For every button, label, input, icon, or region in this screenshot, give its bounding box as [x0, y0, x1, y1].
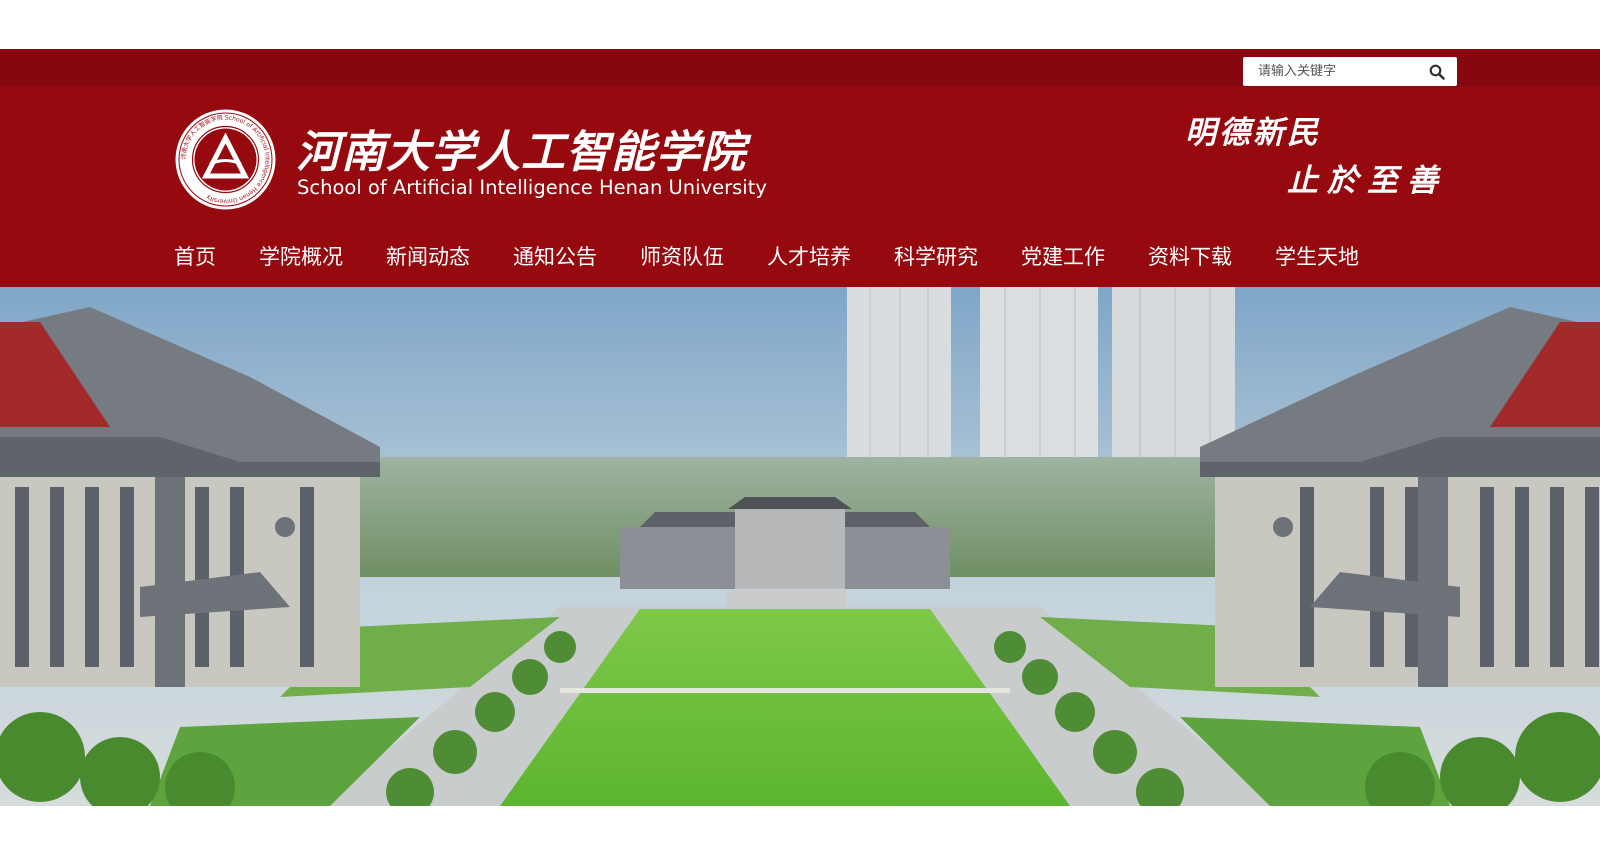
nav-item-news[interactable]: 新闻动态: [386, 241, 470, 271]
site-title-en: School of Artificial Intelligence Henan …: [297, 176, 767, 199]
campus-banner: [0, 287, 1600, 806]
site-title-cn: 河南大学人工智能学院: [296, 127, 746, 178]
school-seal-logo[interactable]: 河南大学人工智能学院 School of Artificial Intellig…: [174, 108, 277, 211]
search-icon: [1429, 64, 1445, 80]
nav-item-research[interactable]: 科学研究: [894, 241, 978, 271]
nav-item-faculty[interactable]: 师资队伍: [640, 241, 724, 271]
nav-item-notices[interactable]: 通知公告: [513, 241, 597, 271]
search-button[interactable]: [1427, 62, 1447, 82]
search-box: [1243, 57, 1457, 86]
main-nav: 首页 学院概况 新闻动态 通知公告 师资队伍 人才培养 科学研究 党建工作 资料…: [0, 233, 1600, 283]
nav-item-students[interactable]: 学生天地: [1275, 241, 1359, 271]
nav-item-about[interactable]: 学院概况: [259, 241, 343, 271]
search-input[interactable]: [1243, 57, 1411, 86]
nav-item-education[interactable]: 人才培养: [767, 241, 851, 271]
motto-line-1: 明德新民: [1185, 115, 1321, 151]
motto-line-2: 止於至善: [1287, 163, 1447, 199]
nav-item-party[interactable]: 党建工作: [1021, 241, 1105, 271]
nav-item-downloads[interactable]: 资料下载: [1148, 241, 1232, 271]
nav-item-home[interactable]: 首页: [174, 241, 216, 271]
campus-photo: [0, 287, 1600, 806]
